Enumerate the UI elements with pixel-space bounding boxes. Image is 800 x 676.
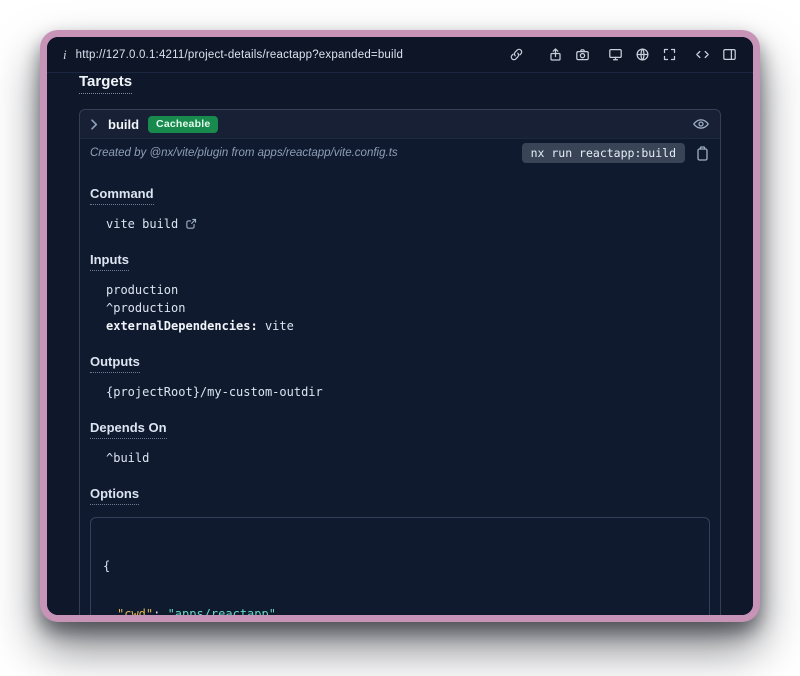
- window-inner: i http://127.0.0.1:4211/project-details/…: [47, 37, 753, 615]
- command-value: vite build: [106, 215, 178, 233]
- address-bar: i http://127.0.0.1:4211/project-details/…: [47, 37, 753, 73]
- section-outputs: Outputs {projectRoot}/my-custom-outdir: [90, 353, 710, 401]
- section-inputs-title: Inputs: [90, 252, 129, 271]
- topbar-group-3: [695, 47, 737, 62]
- target-sections: Command vite build Inputs: [80, 171, 720, 615]
- options-json-block: { "cwd": "apps/reactapp" }: [90, 517, 710, 615]
- app-window: i http://127.0.0.1:4211/project-details/…: [40, 30, 760, 622]
- section-inputs: Inputs production ^production externalDe…: [90, 251, 710, 335]
- page-title: Targets: [79, 73, 132, 94]
- section-command: Command vite build: [90, 185, 710, 233]
- copy-icon[interactable]: [694, 145, 710, 161]
- section-options: Options { "cwd": "apps/reactapp" }: [90, 485, 710, 615]
- output-item: {projectRoot}/my-custom-outdir: [106, 383, 710, 401]
- external-deps-key: externalDependencies:: [106, 319, 258, 333]
- globe-icon[interactable]: [635, 47, 650, 62]
- topbar-group-2: [608, 47, 677, 62]
- topbar-group-1: [548, 47, 590, 62]
- target-card-build: build Cacheable Created by @nx/vite/plug…: [79, 109, 721, 615]
- input-item-external-deps: externalDependencies: vite: [106, 317, 710, 335]
- section-outputs-title: Outputs: [90, 354, 140, 373]
- sidebar-panel-icon[interactable]: [722, 47, 737, 62]
- eye-icon[interactable]: [692, 115, 710, 133]
- command-value-row: vite build: [106, 215, 710, 233]
- expand-icon[interactable]: [662, 47, 677, 62]
- input-item: production: [106, 281, 710, 299]
- section-depends-on: Depends On ^build: [90, 419, 710, 467]
- monitor-icon[interactable]: [608, 47, 623, 62]
- code-icon[interactable]: [695, 47, 710, 62]
- input-item: ^production: [106, 299, 710, 317]
- json-key: "cwd": [117, 607, 153, 615]
- json-value: "apps/reactapp": [168, 607, 276, 615]
- external-deps-value: vite: [265, 319, 294, 333]
- export-icon[interactable]: [548, 47, 563, 62]
- created-by-text: Created by @nx/vite/plugin from apps/rea…: [90, 147, 398, 159]
- info-icon: i: [63, 47, 67, 63]
- target-name: build: [108, 117, 139, 132]
- target-meta-row: Created by @nx/vite/plugin from apps/rea…: [80, 139, 720, 171]
- depends-on-item: ^build: [106, 449, 710, 467]
- camera-icon[interactable]: [575, 47, 590, 62]
- section-depends-on-title: Depends On: [90, 420, 167, 439]
- json-open-brace: {: [103, 558, 697, 574]
- target-header-build[interactable]: build Cacheable: [80, 110, 720, 139]
- section-command-title: Command: [90, 186, 154, 205]
- topbar-icons: [509, 47, 737, 62]
- project-details-content: Targets build Cacheable Created by @nx/v…: [47, 73, 753, 615]
- section-options-title: Options: [90, 486, 139, 505]
- external-link-icon[interactable]: [185, 218, 197, 230]
- link-icon[interactable]: [509, 47, 524, 62]
- url-text[interactable]: http://127.0.0.1:4211/project-details/re…: [76, 49, 404, 61]
- json-cwd-line: "cwd": "apps/reactapp": [103, 606, 697, 615]
- cacheable-badge: Cacheable: [148, 116, 218, 133]
- run-command-chip: nx run reactapp:build: [522, 143, 685, 163]
- json-separator: :: [153, 607, 167, 615]
- chevron-right-icon: [90, 119, 99, 130]
